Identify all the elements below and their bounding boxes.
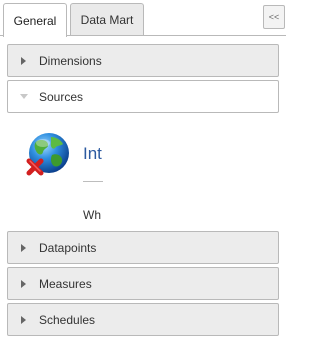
section-datapoints-label: Datapoints bbox=[39, 240, 97, 255]
source-description: Wh bbox=[83, 208, 101, 222]
section-dimensions[interactable]: Dimensions bbox=[7, 44, 279, 77]
source-title[interactable]: Int bbox=[83, 144, 102, 164]
expand-arrow-icon bbox=[8, 279, 39, 288]
section-dimensions-label: Dimensions bbox=[39, 53, 102, 68]
tab-data-mart[interactable]: Data Mart bbox=[70, 3, 144, 36]
section-measures-label: Measures bbox=[39, 276, 92, 291]
sources-panel: Int Wh bbox=[7, 114, 279, 231]
section-schedules[interactable]: Schedules bbox=[7, 303, 279, 336]
expand-arrow-icon bbox=[8, 315, 39, 324]
collapse-arrow-icon bbox=[8, 94, 39, 99]
section-datapoints[interactable]: Datapoints bbox=[7, 231, 279, 264]
section-schedules-label: Schedules bbox=[39, 312, 96, 327]
double-chevron-left-icon: << bbox=[268, 12, 280, 22]
section-sources[interactable]: Sources bbox=[7, 80, 279, 113]
expand-arrow-icon bbox=[8, 56, 39, 65]
expand-arrow-icon bbox=[8, 243, 39, 252]
tab-data-mart-label: Data Mart bbox=[80, 13, 134, 27]
section-sources-label: Sources bbox=[39, 89, 84, 104]
tab-bar: General Data Mart << bbox=[0, 0, 286, 37]
collapse-panel-button[interactable]: << bbox=[263, 5, 285, 29]
globe-error-icon bbox=[26, 133, 69, 176]
tab-general[interactable]: General bbox=[3, 3, 67, 37]
tab-general-label: General bbox=[13, 13, 57, 28]
section-measures[interactable]: Measures bbox=[7, 267, 279, 300]
divider bbox=[83, 181, 103, 182]
